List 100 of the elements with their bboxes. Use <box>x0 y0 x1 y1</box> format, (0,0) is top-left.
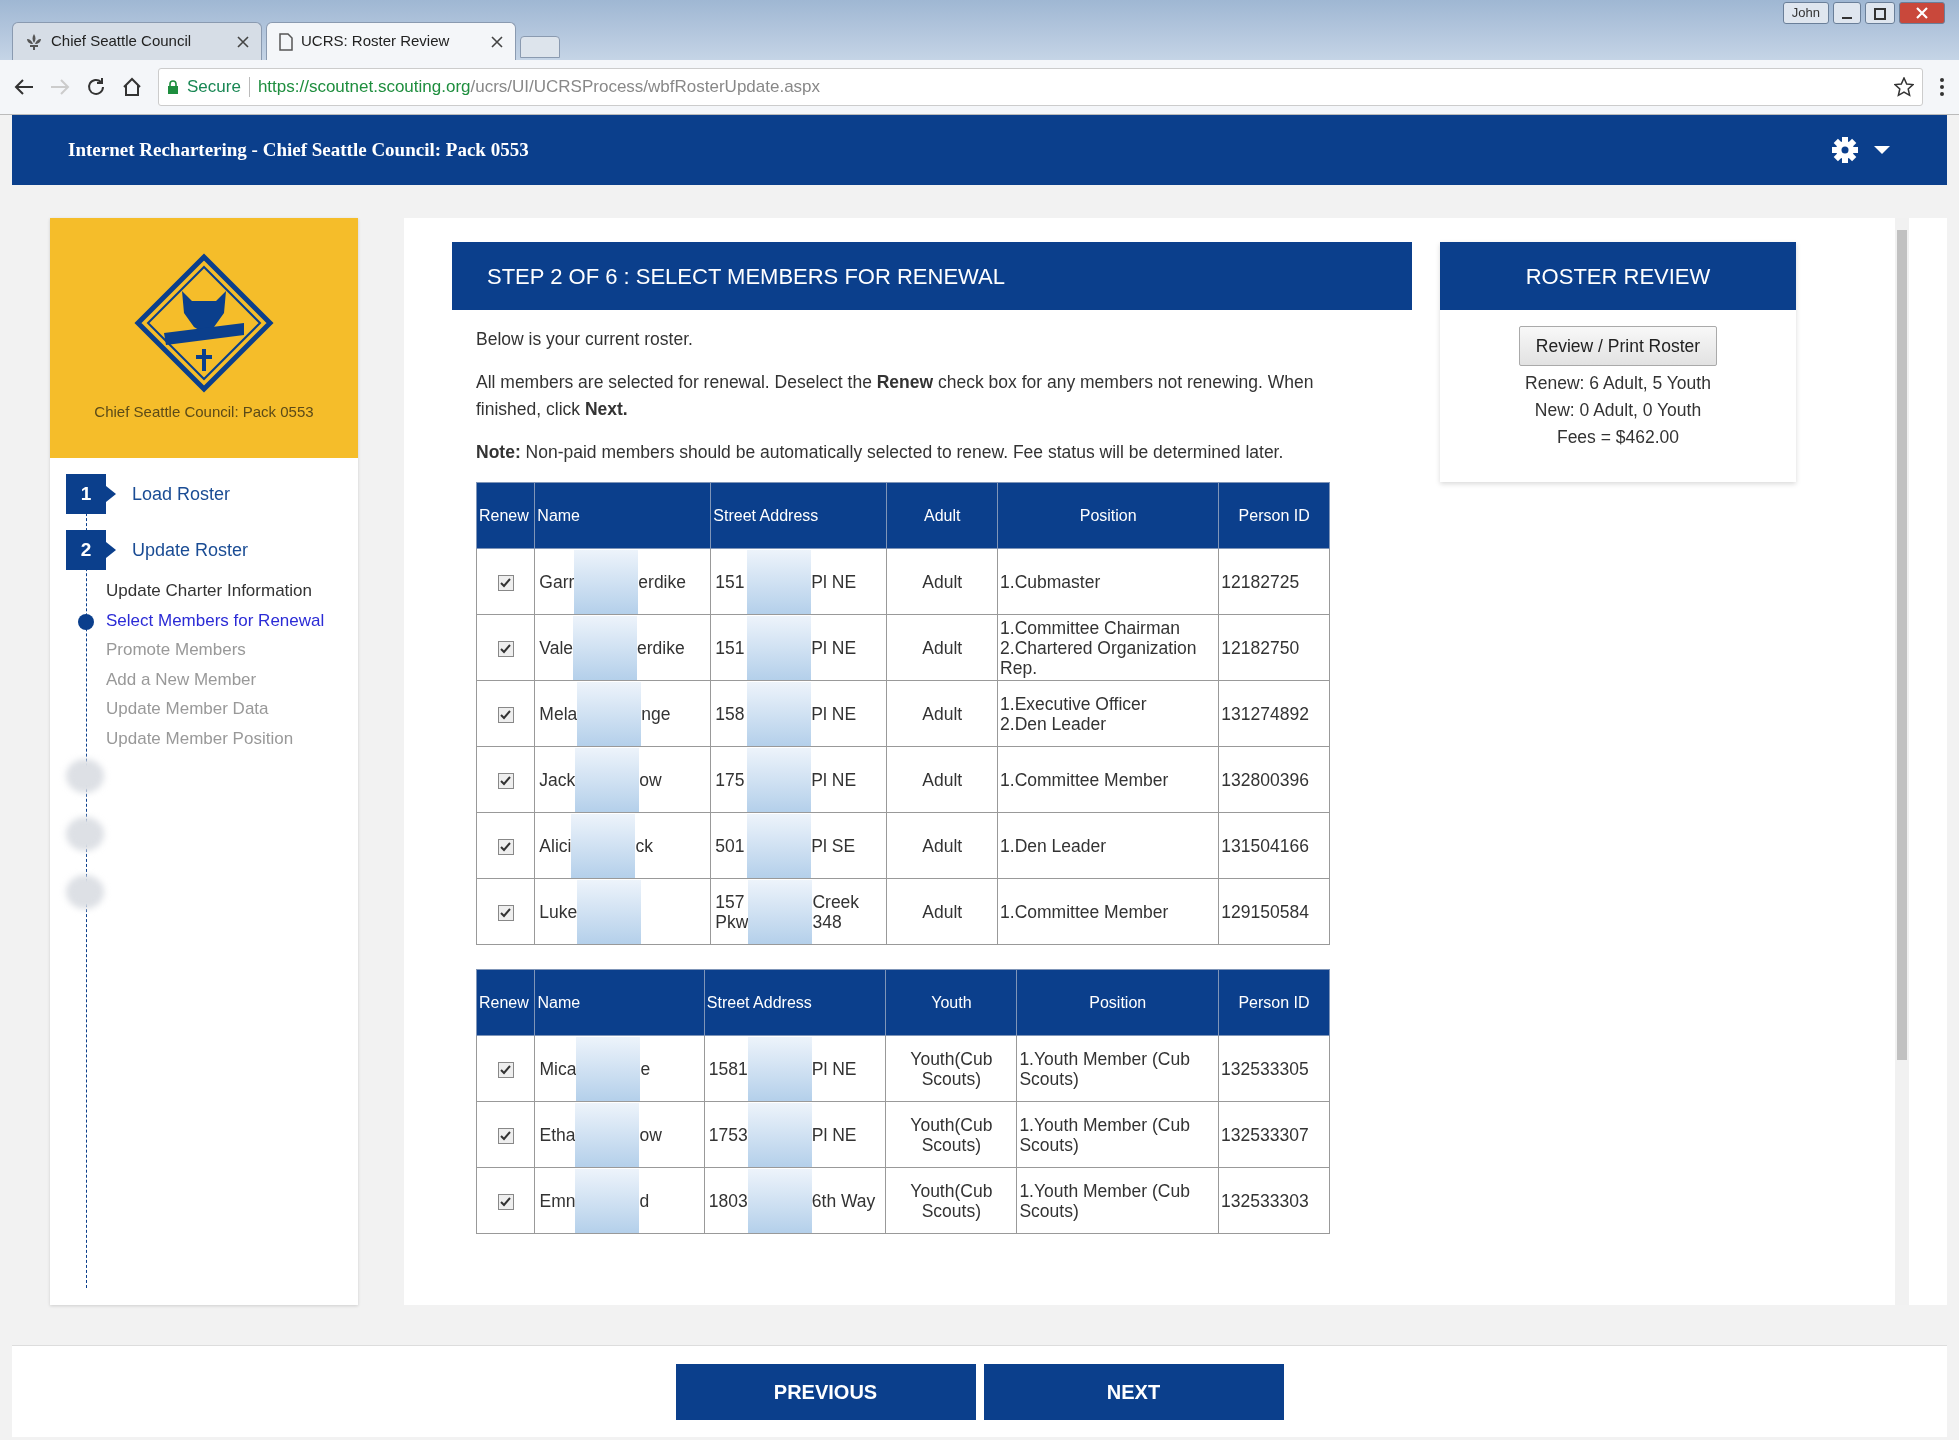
instruction-text: All members are selected for renewal. Deselect the Renew check box for any members not renewing. When finished, click Next. <box>476 371 1315 421</box>
table-cell-text: 1.Executive Officer <box>1000 693 1148 714</box>
table-cell: Pl NE <box>811 1124 857 1145</box>
browser-tab[interactable]: Chief Seattle Council <box>12 22 262 60</box>
redaction-bar <box>747 747 812 812</box>
table-cell-text: 1.Youth Member (Cub Scouts) <box>1019 1180 1191 1221</box>
instruction-text: Below is your current roster. <box>476 328 694 351</box>
table-cell-text: 151 <box>714 637 746 658</box>
column-header: Renew <box>476 969 535 1036</box>
renew-checkbox[interactable] <box>497 772 514 789</box>
renew-checkbox[interactable] <box>497 706 514 723</box>
redaction-bar <box>573 615 638 680</box>
table-cell-text: Emn <box>538 1190 576 1211</box>
renew-checkbox[interactable] <box>497 904 514 921</box>
browser-tab[interactable]: UCRS: Roster Review <box>266 22 516 60</box>
step-link[interactable]: Load Roster <box>132 480 231 508</box>
table-cell-text: 1803 <box>707 1190 748 1211</box>
table-cell-text: Etha <box>538 1124 576 1145</box>
substep-link[interactable]: Select Members for Renewal <box>106 607 325 633</box>
step-link[interactable]: Update Roster <box>132 536 249 564</box>
table-cell: Adult <box>886 812 998 879</box>
table-cell-text: Vale <box>538 637 574 658</box>
more-menu-icon[interactable] <box>1939 77 1945 97</box>
scrollbar-thumb[interactable] <box>1897 230 1907 1060</box>
table-cell: ck <box>635 835 653 856</box>
back-icon[interactable] <box>14 78 34 96</box>
table-cell-text: 1.Committee Chairman <box>1000 617 1181 638</box>
table-cell-text: Jack <box>538 769 576 790</box>
table-cell: Youth(Cub Scouts) <box>885 1101 1017 1168</box>
close-icon[interactable] <box>237 35 249 48</box>
previous-button[interactable]: PREVIOUS <box>675 1363 976 1420</box>
redaction-bar <box>747 549 812 614</box>
settings-icon[interactable] <box>1831 136 1859 164</box>
table-cell-text: 1.Youth Member (Cub Scouts) <box>1019 1114 1191 1155</box>
column-header: Adult <box>886 482 998 549</box>
summary-text: Fees = $462.00 <box>1556 426 1680 450</box>
redaction-bar <box>576 1036 641 1101</box>
star-icon[interactable] <box>1894 77 1914 97</box>
column-header: Person ID <box>1218 482 1330 549</box>
table-cell: 132533303 <box>1218 1167 1330 1234</box>
column-header: Name <box>534 482 711 549</box>
renew-checkbox[interactable] <box>497 574 514 591</box>
table-cell-text: 501 <box>714 835 746 856</box>
table-cell-text: Garr <box>538 571 575 592</box>
table-cell: 132533307 <box>1218 1101 1330 1168</box>
blurred-step-marker <box>66 817 104 851</box>
close-icon <box>1916 7 1928 19</box>
tab-title: Chief Seattle Council <box>51 31 193 52</box>
table-cell: Adult <box>886 680 998 747</box>
table-cell: Pl NE <box>811 571 857 592</box>
caret-icon[interactable] <box>1873 145 1891 155</box>
renew-checkbox[interactable] <box>497 838 514 855</box>
summary-text: New: 0 Adult, 0 Youth <box>1534 399 1702 423</box>
instruction-text: Note: Non-paid members should be automatically selected to renew. Fee status will be determined later. <box>476 441 1285 464</box>
table-cell-text: 1753 <box>707 1124 748 1145</box>
table-cell: e <box>640 1058 651 1079</box>
column-header: Street Address <box>704 969 886 1036</box>
table-cell-text: Mica <box>538 1058 577 1079</box>
review-print-button[interactable]: Review / Print Roster <box>1518 326 1718 367</box>
substep-link: Update Member Data <box>106 698 269 720</box>
table-cell: 12182750 <box>1218 614 1330 681</box>
table-cell-text: 158 <box>714 703 746 724</box>
next-button[interactable]: NEXT <box>983 1363 1284 1420</box>
lock-icon <box>167 79 179 95</box>
table-cell: 12182725 <box>1218 548 1330 615</box>
minimize-button[interactable] <box>1833 2 1861 24</box>
table-cell-text: 2.Den Leader <box>1000 713 1108 734</box>
council-label: Chief Seattle Council: Pack 0553 <box>94 401 314 422</box>
table-cell: erdike <box>637 637 685 658</box>
address-bar[interactable]: Secure https://scoutnet.scouting.org/ucrs/UI/UCRSProcess/wbfRosterUpdate.aspx <box>158 68 1923 106</box>
maximize-button[interactable] <box>1865 2 1895 24</box>
renew-checkbox[interactable] <box>497 1127 514 1144</box>
redaction-bar <box>575 1102 640 1167</box>
url-text: https://scoutnet.scouting.org/ucrs/UI/UCRSProcess/wbfRosterUpdate.aspx <box>257 76 821 99</box>
reload-icon[interactable] <box>86 77 106 97</box>
table-cell: Youth(Cub Scouts) <box>885 1167 1017 1234</box>
panel-title: STEP 2 OF 6 : SELECT MEMBERS FOR RENEWAL <box>452 242 1412 310</box>
table-cell: 6th Way <box>811 1190 876 1211</box>
table-cell-text: 1.Youth Member (Cub Scouts) <box>1019 1048 1191 1089</box>
table-cell: Youth(Cub Scouts) <box>885 1035 1017 1102</box>
step-number: 1 <box>66 474 106 514</box>
secure-label: Secure <box>187 76 241 99</box>
close-icon[interactable] <box>491 35 503 48</box>
substep-link[interactable]: Update Charter Information <box>106 578 312 604</box>
table-cell: Pl NE <box>811 769 857 790</box>
summary-text: Renew: 6 Adult, 5 Youth <box>1525 372 1711 396</box>
home-icon[interactable] <box>122 77 142 97</box>
table-cell: nge <box>641 703 671 724</box>
table-cell-text: 2.Chartered Organization Rep. <box>1000 637 1198 678</box>
tab-title: UCRS: Roster Review <box>301 31 451 52</box>
renew-checkbox[interactable] <box>497 1061 514 1078</box>
close-button[interactable] <box>1899 2 1945 24</box>
table-cell-text: 151 <box>714 571 746 592</box>
step-number: 2 <box>66 530 106 570</box>
renew-checkbox[interactable] <box>497 1193 514 1210</box>
table-cell-text: Luke <box>538 901 578 922</box>
redaction-bar <box>577 681 642 746</box>
column-header: Position <box>1016 969 1219 1036</box>
redaction-bar <box>571 813 636 878</box>
renew-checkbox[interactable] <box>497 640 514 657</box>
